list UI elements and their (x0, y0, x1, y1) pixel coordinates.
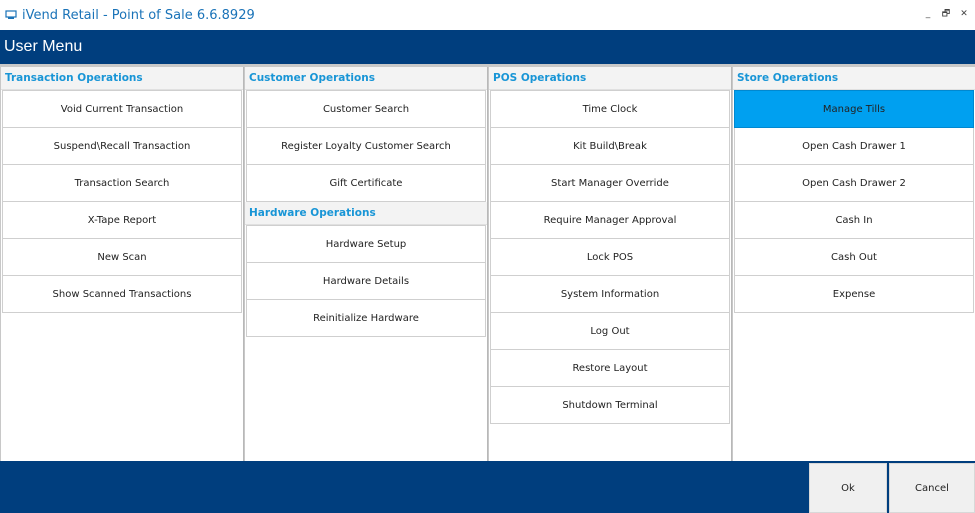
pos-app-icon (5, 10, 17, 19)
user-menu-header: User Menu (0, 30, 975, 64)
footer-bar: Ok Cancel (0, 461, 975, 513)
close-button[interactable]: ✕ (957, 7, 971, 21)
require-manager-approval-button[interactable]: Require Manager Approval (490, 202, 730, 239)
expense-button[interactable]: Expense (734, 276, 974, 313)
new-scan-button[interactable]: New Scan (2, 239, 242, 276)
restore-layout-button[interactable]: Restore Layout (490, 350, 730, 387)
open-cash-drawer-2-button[interactable]: Open Cash Drawer 2 (734, 165, 974, 202)
shutdown-terminal-button[interactable]: Shutdown Terminal (490, 387, 730, 424)
customer-hardware-column: Customer Operations Customer Search Regi… (245, 67, 488, 461)
store-operations-column: Store Operations Manage Tills Open Cash … (733, 67, 975, 461)
pos-operations-column: POS Operations Time Clock Kit Build\Brea… (489, 67, 732, 461)
restore-button[interactable]: 🗗 (939, 7, 953, 21)
section-title-hardware-operations: Hardware Operations (245, 202, 487, 225)
hardware-details-button[interactable]: Hardware Details (246, 263, 486, 300)
transaction-search-button[interactable]: Transaction Search (2, 165, 242, 202)
section-title-transaction-operations: Transaction Operations (1, 67, 243, 90)
transaction-operations-column: Transaction Operations Void Current Tran… (1, 67, 244, 461)
section-title-customer-operations: Customer Operations (245, 67, 487, 90)
page-title: User Menu (4, 38, 83, 55)
kit-build-break-button[interactable]: Kit Build\Break (490, 128, 730, 165)
minimize-button[interactable]: _ (921, 7, 935, 21)
reinitialize-hardware-button[interactable]: Reinitialize Hardware (246, 300, 486, 337)
register-loyalty-customer-search-button[interactable]: Register Loyalty Customer Search (246, 128, 486, 165)
customer-search-button[interactable]: Customer Search (246, 90, 486, 128)
gift-certificate-button[interactable]: Gift Certificate (246, 165, 486, 202)
lock-pos-button[interactable]: Lock POS (490, 239, 730, 276)
title-bar: iVend Retail - Point of Sale 6.6.8929 _ … (0, 0, 975, 30)
system-information-button[interactable]: System Information (490, 276, 730, 313)
cash-in-button[interactable]: Cash In (734, 202, 974, 239)
start-manager-override-button[interactable]: Start Manager Override (490, 165, 730, 202)
open-cash-drawer-1-button[interactable]: Open Cash Drawer 1 (734, 128, 974, 165)
x-tape-report-button[interactable]: X-Tape Report (2, 202, 242, 239)
manage-tills-button[interactable]: Manage Tills (734, 90, 974, 128)
cancel-button[interactable]: Cancel (889, 463, 975, 513)
ok-button[interactable]: Ok (809, 463, 887, 513)
void-current-transaction-button[interactable]: Void Current Transaction (2, 90, 242, 128)
show-scanned-transactions-button[interactable]: Show Scanned Transactions (2, 276, 242, 313)
suspend-recall-transaction-button[interactable]: Suspend\Recall Transaction (2, 128, 242, 165)
cash-out-button[interactable]: Cash Out (734, 239, 974, 276)
window-title: iVend Retail - Point of Sale 6.6.8929 (22, 7, 255, 23)
menu-area: Transaction Operations Void Current Tran… (0, 64, 975, 461)
log-out-button[interactable]: Log Out (490, 313, 730, 350)
section-title-pos-operations: POS Operations (489, 67, 731, 90)
time-clock-button[interactable]: Time Clock (490, 90, 730, 128)
hardware-setup-button[interactable]: Hardware Setup (246, 225, 486, 263)
section-title-store-operations: Store Operations (733, 67, 975, 90)
